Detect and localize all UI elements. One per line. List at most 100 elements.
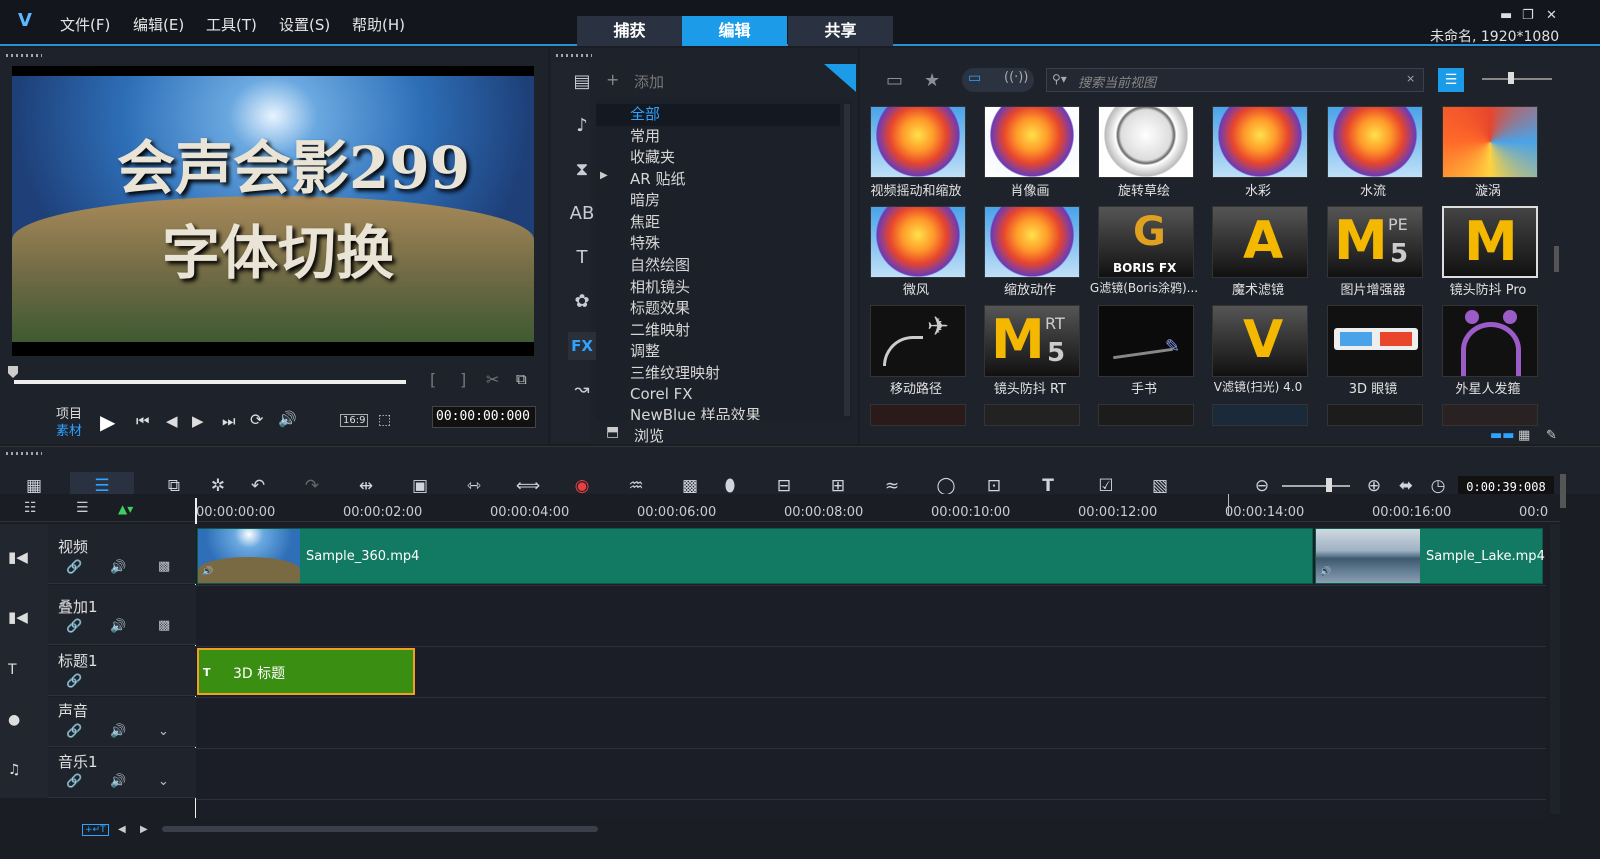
effect-thumb[interactable] <box>984 106 1080 178</box>
minimize-icon[interactable]: ▬ <box>1500 8 1512 23</box>
browse-label[interactable]: 浏览 <box>634 425 664 446</box>
panel-grip[interactable] <box>6 452 42 455</box>
scrub-bar[interactable] <box>14 380 406 384</box>
vertical-scrollbar[interactable] <box>1550 524 1560 814</box>
tab-capture[interactable]: 捕获 <box>577 16 682 46</box>
graphics-icon[interactable]: ✿ <box>568 288 596 316</box>
transition-icon[interactable]: ⧗ <box>568 156 596 184</box>
link-icon[interactable]: 🔗 <box>66 560 82 575</box>
category-item[interactable]: Corel FX <box>630 383 693 405</box>
path-icon[interactable]: ↝ <box>568 376 596 404</box>
effect-thumb[interactable] <box>1327 305 1423 377</box>
category-item[interactable]: 标题效果 <box>630 297 690 319</box>
scrub-marker[interactable] <box>8 366 18 378</box>
scissors-icon[interactable]: ✂ <box>486 370 499 389</box>
link-icon[interactable]: 🔗 <box>66 619 82 634</box>
category-item[interactable]: 暗房 <box>630 189 660 211</box>
menu-tools[interactable]: 工具(T) <box>206 14 257 35</box>
ripple-icon[interactable]: ▩ <box>158 559 170 574</box>
mute-icon[interactable]: 🔊 <box>110 619 126 634</box>
next-frame-icon[interactable]: ▶ <box>192 412 204 430</box>
category-item[interactable]: 焦距 <box>630 211 660 233</box>
effect-thumb[interactable] <box>1212 404 1308 426</box>
effect-thumb[interactable]: A <box>1212 206 1308 278</box>
mute-icon[interactable]: 🔊 <box>110 774 126 789</box>
expand-icon[interactable]: ⌄ <box>158 774 169 789</box>
effect-thumb[interactable] <box>1098 106 1194 178</box>
effect-thumb[interactable] <box>1327 404 1423 426</box>
effect-thumb[interactable] <box>1442 404 1538 426</box>
zoom-handle[interactable] <box>1326 478 1332 492</box>
effect-thumb[interactable]: G BORIS FX <box>1098 206 1194 278</box>
thumb-size-slider[interactable] <box>1482 78 1552 80</box>
effect-thumb[interactable]: M PE 5 <box>1327 206 1423 278</box>
prev-frame-icon[interactable]: ◀ <box>166 412 178 430</box>
favorite-add-icon[interactable]: ★ <box>924 70 940 91</box>
effect-thumb[interactable]: ✈ <box>870 305 966 377</box>
link-icon[interactable]: 🔗 <box>66 724 82 739</box>
category-item[interactable]: AR 贴纸 <box>630 168 685 190</box>
category-item[interactable]: 特殊 <box>630 232 660 254</box>
menu-edit[interactable]: 编辑(E) <box>133 14 184 35</box>
effect-thumb[interactable] <box>984 404 1080 426</box>
scroll-left-icon[interactable]: ◀ <box>118 824 126 835</box>
category-item[interactable]: 调整 <box>630 340 660 362</box>
category-item[interactable]: 二维映射 <box>630 319 690 341</box>
browse-icon[interactable]: ⬒ <box>606 424 619 440</box>
link-icon[interactable]: 🔗 <box>66 674 82 689</box>
scroll-handle[interactable] <box>1560 474 1566 508</box>
effect-thumb[interactable] <box>984 206 1080 278</box>
add-folder-icon[interactable]: ▭ <box>886 70 903 91</box>
expand-icon[interactable]: ⌄ <box>158 724 169 739</box>
category-item[interactable]: NewBlue 样品效果 <box>630 404 761 420</box>
timecode-field[interactable]: 00:00:00:000 <box>432 406 536 428</box>
edit-icon[interactable]: ✎ <box>1546 428 1557 443</box>
video-clip[interactable]: 🔊 Sample_360.mp4 <box>197 528 1313 584</box>
end-icon[interactable]: ⏭ <box>222 412 236 430</box>
category-item[interactable]: 收藏夹 <box>630 146 675 168</box>
mode-clip-label[interactable]: 素材 <box>56 420 82 439</box>
category-item[interactable]: 自然绘图 <box>630 254 690 276</box>
mute-icon[interactable]: 🔊 <box>110 724 126 739</box>
menu-settings[interactable]: 设置(S) <box>279 14 330 35</box>
clear-search-icon[interactable]: × <box>1406 72 1415 85</box>
list-view-icon[interactable]: ☰ <box>1438 68 1464 92</box>
audio-view-icon[interactable]: ((·)) <box>1004 70 1028 85</box>
mark-in-icon[interactable]: [ <box>430 370 436 389</box>
scroll-right-icon[interactable]: ▶ <box>140 824 148 835</box>
ab-icon[interactable]: AB <box>568 200 596 228</box>
link-icon[interactable]: 🔗 <box>66 774 82 789</box>
effect-thumb[interactable] <box>870 106 966 178</box>
category-item[interactable]: 全部 <box>630 103 660 125</box>
menu-help[interactable]: 帮助(H) <box>352 14 405 35</box>
crop-icon[interactable]: ⬚ <box>378 412 391 428</box>
effect-thumb[interactable] <box>870 404 966 426</box>
panel-grip[interactable] <box>556 54 592 57</box>
add-track-icon[interactable]: +↵T <box>82 824 109 836</box>
home-icon[interactable]: ⏮ <box>136 412 150 430</box>
video-clip[interactable]: 🔊 Sample_Lake.mp4 <box>1315 528 1545 584</box>
menu-file[interactable]: 文件(F) <box>60 14 110 35</box>
fx-icon[interactable]: FX <box>568 332 596 360</box>
effect-thumb[interactable] <box>1212 106 1308 178</box>
title-clip[interactable]: T 3D 标题 <box>197 648 415 695</box>
title-icon[interactable]: T <box>568 244 596 272</box>
ripple-icon[interactable]: ▩ <box>158 618 170 633</box>
options-panel-icon[interactable]: ▬▬ <box>1490 428 1515 443</box>
category-item[interactable]: 三维纹理映射 <box>630 362 720 384</box>
effect-thumb[interactable]: M <box>1442 206 1538 278</box>
video-view-icon[interactable]: ▭ <box>968 70 981 86</box>
enlarge-preview-icon[interactable]: ⧉ <box>516 370 527 388</box>
play-icon[interactable]: ▶ <box>100 410 115 434</box>
track-manager-icon[interactable]: ☷ <box>24 500 37 516</box>
effect-thumb[interactable] <box>1442 106 1538 178</box>
effect-thumb[interactable] <box>870 206 966 278</box>
category-item[interactable]: 相机镜头 <box>630 276 690 298</box>
add-label[interactable]: 添加 <box>634 71 664 92</box>
aspect-ratio-button[interactable]: 16:9 <box>340 414 369 427</box>
tab-share[interactable]: 共享 <box>788 16 893 46</box>
instant-project-icon[interactable]: ♪ <box>568 112 596 140</box>
effect-thumb[interactable] <box>1098 404 1194 426</box>
mute-icon[interactable]: 🔊 <box>110 560 126 575</box>
tab-edit[interactable]: 编辑 <box>682 16 787 46</box>
